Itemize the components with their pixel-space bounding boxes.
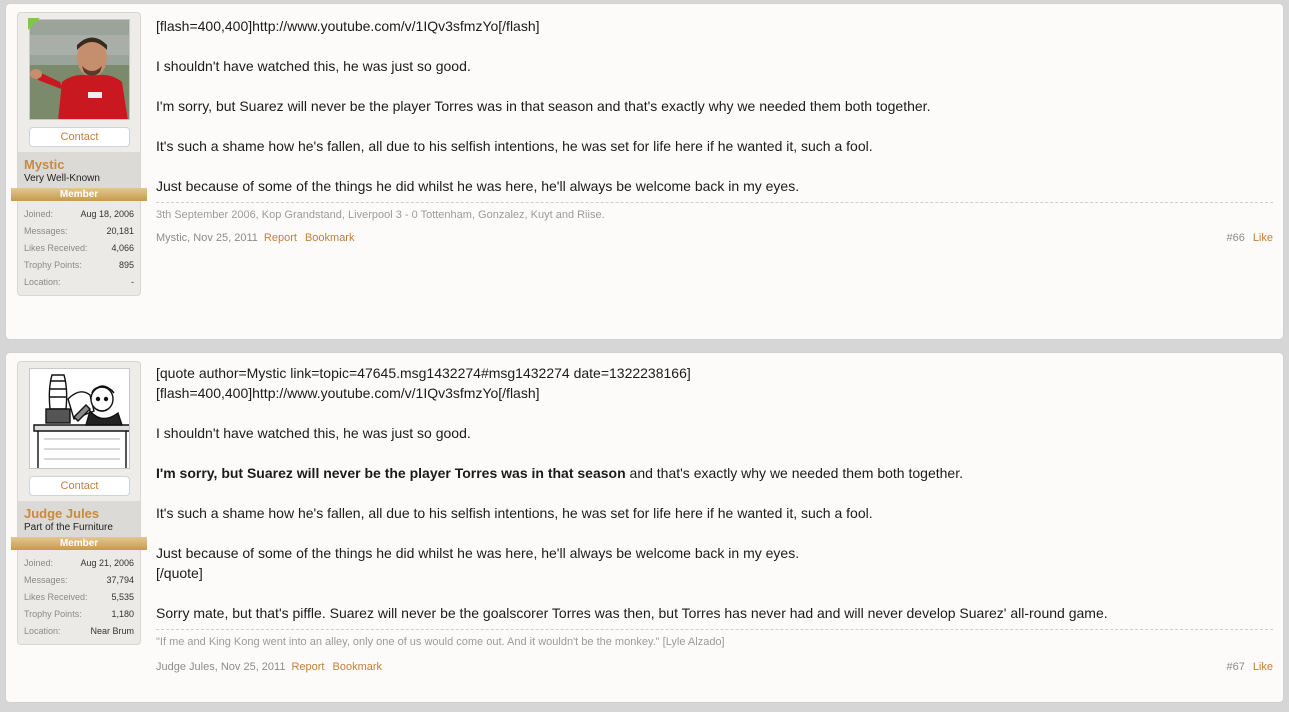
message-line: I shouldn't have watched this, he was ju… [156,58,471,74]
stat-row-joined: Joined: Aug 21, 2006 [24,555,134,572]
online-indicator-icon [28,18,40,30]
stat-row-messages: Messages: 37,794 [24,572,134,589]
post-author[interactable]: Judge Jules [156,661,215,673]
user-name-box: Judge Jules Part of the Furniture [17,501,141,537]
signature-divider [156,629,1273,630]
bookmark-link[interactable]: Bookmark [333,661,383,673]
message-line [156,403,1273,423]
post-author[interactable]: Mystic [156,232,187,244]
stat-value[interactable]: 1,180 [111,606,134,623]
stat-row-likes: Likes Received: 5,535 [24,589,134,606]
user-info: Contact Mystic Very Well-Known Member Jo… [11,12,147,296]
stat-row-joined: Joined: Aug 18, 2006 [24,206,134,223]
stat-row-trophy: Trophy Points: 895 [24,257,134,274]
message-line: Just because of some of the things he di… [156,545,800,561]
stat-label: Joined: [24,209,54,219]
user-title: Very Well-Known [24,173,100,184]
stat-value[interactable]: 20,181 [106,223,134,240]
user-name-box: Mystic Very Well-Known [17,152,141,188]
message-line [156,36,1273,56]
post-footer: Judge Jules, Nov 25, 2011 Report Bookmark … [156,659,1273,675]
username[interactable]: Judge Jules [24,506,134,521]
message-body: [flash=400,400]http://www.youtube.com/v/… [156,16,1273,222]
message-line: I'm sorry, but Suarez will never be the … [156,98,931,114]
stat-label: Likes Received: [24,592,88,602]
message-line [156,523,1273,543]
stat-label: Joined: [24,558,54,568]
avatar-football-player-icon [30,20,129,119]
stat-label: Messages: [24,226,68,236]
stat-value[interactable]: 37,794 [106,572,134,589]
user-stats: Joined: Aug 18, 2006 Messages: 20,181 Li… [17,201,141,296]
message-line: It's such a shame how he's fallen, all d… [156,505,873,521]
stat-label: Trophy Points: [24,609,82,619]
post-67: Contact Judge Jules Part of the Furnitur… [5,352,1284,703]
normal-text: and that's exactly why we needed them bo… [625,465,963,481]
message-line [156,583,1273,603]
post-66: Contact Mystic Very Well-Known Member Jo… [5,3,1284,340]
stat-row-location: Location: Near Brum [24,623,134,640]
avatar[interactable] [29,19,130,120]
message-line [156,76,1273,96]
stat-value: Near Brum [90,626,134,636]
stat-value: Aug 18, 2006 [80,209,134,219]
message-line: [flash=400,400]http://www.youtube.com/v/… [156,18,540,34]
avatar-cartoon-judge-icon [30,369,129,468]
stat-label: Location: [24,626,61,636]
member-banner: Member [11,188,147,201]
stat-row-messages: Messages: 20,181 [24,223,134,240]
username[interactable]: Mystic [24,157,134,172]
post-number[interactable]: #66 [1226,232,1244,244]
post-footer: Mystic, Nov 25, 2011 Report Bookmark #66 Li… [156,230,1273,246]
bold-text: I'm sorry, but Suarez will never be the … [156,465,626,481]
stat-value: 5,535 [111,592,134,602]
stat-row-location: Location: - [24,274,134,291]
avatar-container: Contact [17,361,141,501]
avatar[interactable] [29,368,130,469]
stat-label: Messages: [24,575,68,585]
message-line: Sorry mate, but that's piffle. Suarez wi… [156,605,1108,621]
bookmark-link[interactable]: Bookmark [305,232,355,244]
stat-label: Trophy Points: [24,260,82,270]
message-line-mixed: I'm sorry, but Suarez will never be the … [156,463,1273,483]
message-line: [/quote] [156,565,203,581]
user-title: Part of the Furniture [24,522,113,533]
user-stats: Joined: Aug 21, 2006 Messages: 37,794 Li… [17,550,141,645]
message-line [156,443,1273,463]
stat-row-trophy: Trophy Points: 1,180 [24,606,134,623]
contact-button[interactable]: Contact [29,127,130,147]
stat-value: 4,066 [111,243,134,253]
message-line: It's such a shame how he's fallen, all d… [156,138,873,154]
report-link[interactable]: Report [264,232,297,244]
signature-divider [156,202,1273,203]
message-line [156,116,1273,136]
stat-label: Likes Received: [24,243,88,253]
message-body: [quote author=Mystic link=topic=47645.ms… [156,363,1273,649]
avatar-container: Contact [17,12,141,152]
post-date[interactable]: Nov 25, 2011 [221,661,286,673]
user-info: Contact Judge Jules Part of the Furnitur… [11,361,147,645]
like-link[interactable]: Like [1253,232,1273,244]
message-line [156,156,1273,176]
signature: 3th September 2006, Kop Grandstand, Live… [156,209,605,221]
stat-label: Location: [24,277,61,287]
post-date[interactable]: Nov 25, 2011 [193,232,258,244]
message-line [156,483,1273,503]
message-line: I shouldn't have watched this, he was ju… [156,425,471,441]
post-number[interactable]: #67 [1226,661,1244,673]
like-link[interactable]: Like [1253,661,1273,673]
stat-row-likes: Likes Received: 4,066 [24,240,134,257]
member-banner: Member [11,537,147,550]
stat-value: Aug 21, 2006 [80,558,134,568]
stat-value[interactable]: 895 [119,257,134,274]
message-line: [quote author=Mystic link=topic=47645.ms… [156,365,691,381]
message-line: Just because of some of the things he di… [156,178,800,194]
message-line: [flash=400,400]http://www.youtube.com/v/… [156,385,540,401]
contact-button[interactable]: Contact [29,476,130,496]
report-link[interactable]: Report [291,661,324,673]
stat-value: - [131,277,134,287]
signature: "If me and King Kong went into an alley,… [156,636,725,648]
